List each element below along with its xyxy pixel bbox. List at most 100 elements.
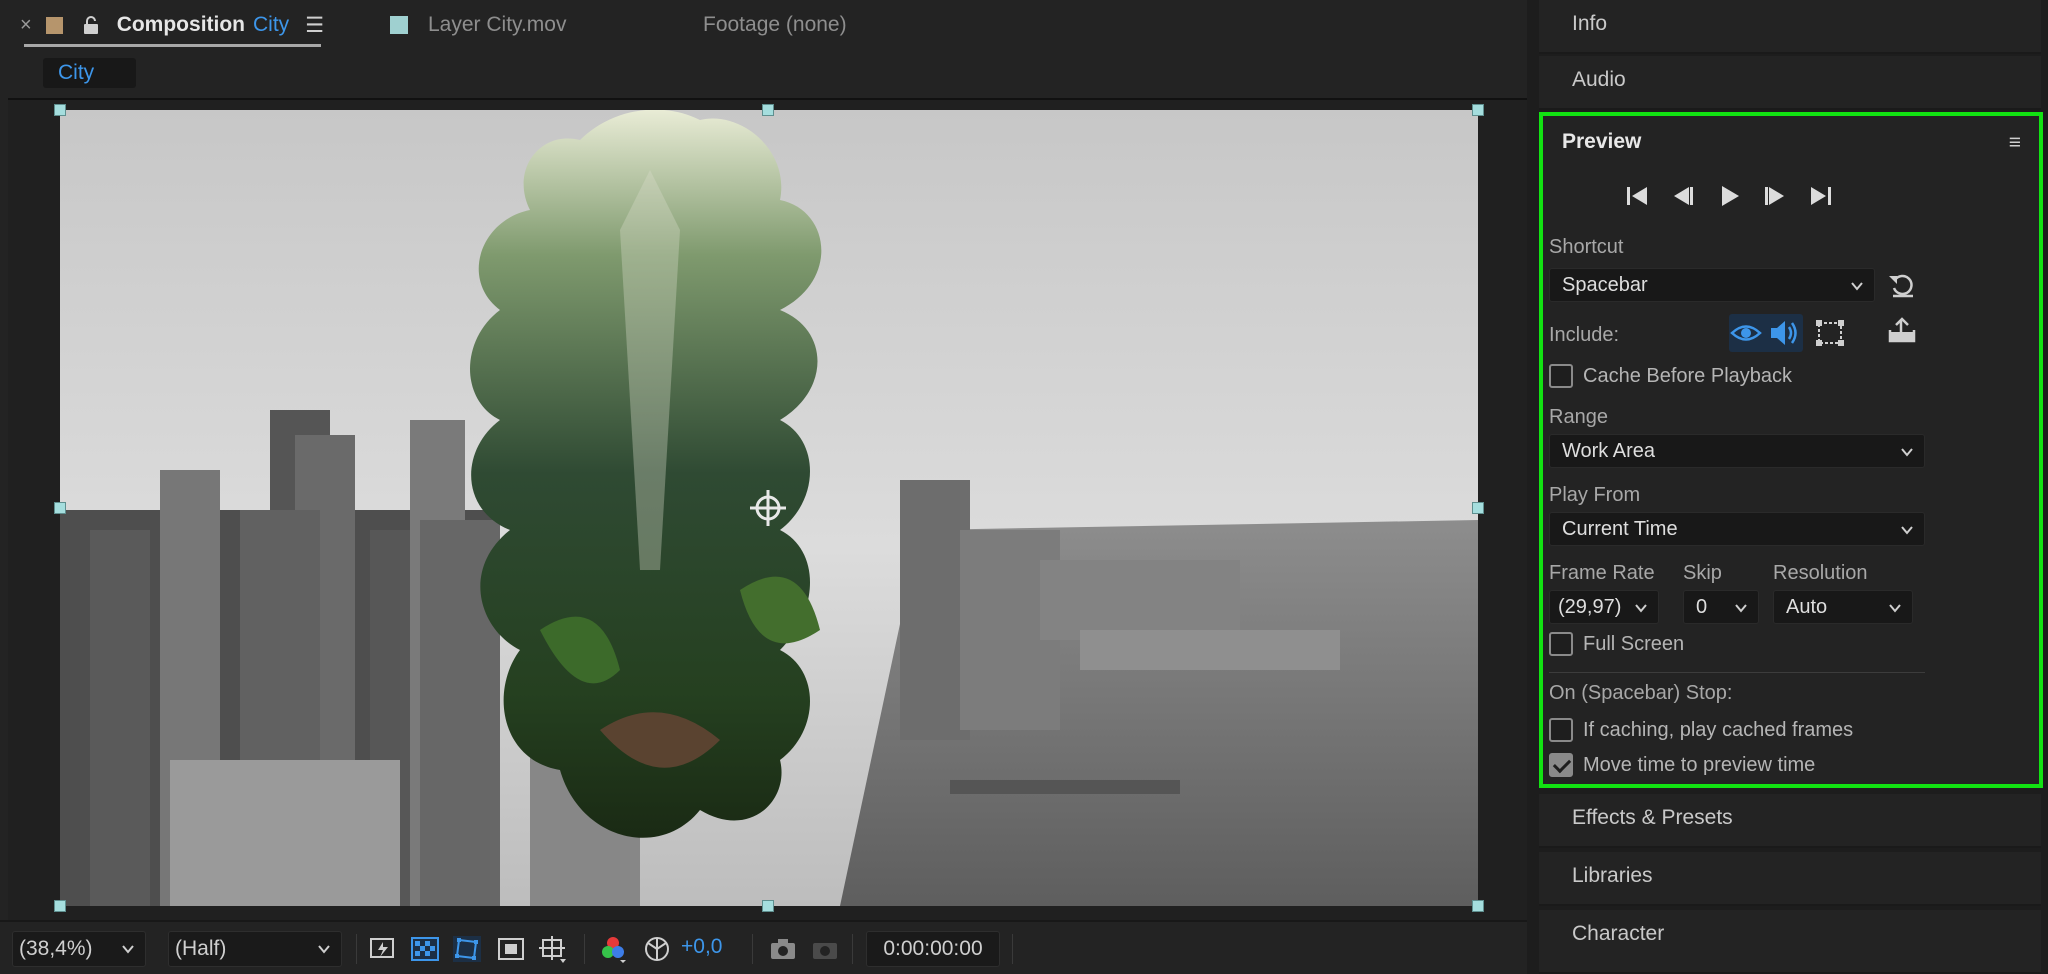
mask-path-visibility-icon[interactable] <box>452 934 482 964</box>
close-tab-icon[interactable]: × <box>20 14 32 37</box>
if-caching-label: If caching, play cached frames <box>1583 718 1854 741</box>
current-time-display[interactable]: 0:00:00:00 <box>866 931 1000 967</box>
cache-before-playback-checkbox[interactable] <box>1549 364 1573 388</box>
resolution-setting-value: Auto <box>1786 595 1828 618</box>
chevron-down-icon <box>1735 604 1747 613</box>
region-of-interest-icon[interactable] <box>496 934 526 964</box>
preview-panel-title: Preview <box>1562 130 1642 153</box>
skip-dropdown[interactable]: 0 <box>1683 590 1759 624</box>
transform-handle[interactable] <box>54 104 66 116</box>
reset-exposure-icon[interactable] <box>642 934 672 964</box>
include-overlays-icon[interactable] <box>1813 316 1847 350</box>
character-panel-title: Character <box>1572 922 1665 945</box>
viewer-toolbar: (38,4%) (Half) +0,0 0:00:00:00 <box>0 920 1527 974</box>
transform-handle[interactable] <box>762 900 774 912</box>
composition-breadcrumb[interactable]: City <box>43 58 136 88</box>
move-time-option[interactable]: Move time to preview time <box>1549 751 1815 779</box>
audio-panel-header[interactable]: Audio <box>1539 56 2041 110</box>
resolution-setting-dropdown[interactable]: Auto <box>1773 590 1913 624</box>
transparency-grid-icon[interactable] <box>410 934 440 964</box>
include-label: Include: <box>1549 324 1620 346</box>
chevron-down-icon <box>122 945 134 954</box>
skip-value: 0 <box>1696 595 1708 618</box>
resolution-label: Resolution <box>1773 562 1868 584</box>
transform-handle[interactable] <box>54 502 66 514</box>
range-value: Work Area <box>1562 439 1655 462</box>
info-panel-title: Info <box>1572 12 1608 35</box>
shortcut-dropdown[interactable]: Spacebar <box>1549 268 1875 302</box>
if-caching-checkbox[interactable] <box>1549 718 1573 742</box>
include-audio-speaker-icon[interactable] <box>1767 316 1801 350</box>
frame-rate-label: Frame Rate <box>1549 562 1655 584</box>
export-icon[interactable] <box>1885 314 1919 348</box>
full-screen-checkbox[interactable] <box>1549 632 1573 656</box>
transform-handle[interactable] <box>1472 104 1484 116</box>
play-from-label: Play From <box>1549 484 1641 506</box>
toolbar-separator <box>852 934 853 964</box>
composition-panel: × Composition City ☰ Layer City.mov Foot… <box>0 0 1527 974</box>
composition-tab-name: City <box>253 13 290 36</box>
cache-before-playback-option[interactable]: Cache Before Playback <box>1549 362 1792 390</box>
audio-panel-title: Audio <box>1572 68 1626 91</box>
cache-before-playback-label: Cache Before Playback <box>1583 364 1793 387</box>
move-time-checkbox[interactable] <box>1549 753 1573 777</box>
channels-icon[interactable] <box>598 934 628 964</box>
toolbar-separator <box>752 934 753 964</box>
range-dropdown[interactable]: Work Area <box>1549 434 1925 468</box>
right-panel-column: Info Audio Preview ≡ Shortcut Spacebar I… <box>1527 0 2048 974</box>
frame-rate-value: (29,97) <box>1558 595 1622 618</box>
libraries-panel-title: Libraries <box>1572 864 1653 887</box>
skip-label: Skip <box>1683 562 1722 584</box>
if-caching-option[interactable]: If caching, play cached frames <box>1549 716 1853 744</box>
label-color-swatch[interactable] <box>45 16 63 34</box>
transform-handle[interactable] <box>1472 900 1484 912</box>
layer-color-swatch <box>390 16 408 34</box>
magnification-dropdown[interactable]: (38,4%) <box>12 931 146 967</box>
active-tab-underline <box>24 44 321 47</box>
reset-icon[interactable] <box>1885 268 1919 302</box>
chevron-down-icon <box>1901 448 1913 457</box>
toolbar-separator <box>356 934 357 964</box>
show-snapshot-icon[interactable] <box>810 934 840 964</box>
shortcut-label: Shortcut <box>1549 236 1624 258</box>
last-frame-icon[interactable] <box>1807 182 1835 210</box>
composition-tab-label: Composition <box>116 13 246 36</box>
take-snapshot-icon[interactable] <box>768 934 798 964</box>
spacebar-stop-label: On (Spacebar) Stop: <box>1549 682 1733 704</box>
frame-rate-dropdown[interactable]: (29,97) <box>1549 590 1659 624</box>
fast-previews-icon[interactable] <box>368 934 398 964</box>
transform-handle[interactable] <box>762 104 774 116</box>
tab-footage[interactable]: Footage (none) <box>703 10 847 40</box>
include-video-eye-icon[interactable] <box>1729 316 1763 350</box>
panel-menu-icon[interactable]: ≡ <box>2009 131 2021 155</box>
transform-handle[interactable] <box>1472 502 1484 514</box>
effects-presets-panel-header[interactable]: Effects & Presets <box>1539 794 2041 848</box>
toolbar-separator <box>1012 934 1013 964</box>
transform-handle[interactable] <box>54 900 66 912</box>
chevron-down-icon <box>1851 282 1863 291</box>
play-icon[interactable] <box>1715 182 1743 210</box>
resolution-dropdown[interactable]: (Half) <box>168 931 342 967</box>
chevron-down-icon <box>1635 604 1647 613</box>
range-label: Range <box>1549 406 1608 428</box>
tab-layer[interactable]: Layer City.mov <box>390 10 566 40</box>
move-time-label: Move time to preview time <box>1583 753 1816 776</box>
unlock-icon[interactable] <box>81 15 101 35</box>
preview-panel: Preview ≡ Shortcut Spacebar Include: Cac… <box>1539 112 2043 788</box>
tab-composition[interactable]: × Composition City ☰ <box>20 10 324 40</box>
next-frame-icon[interactable] <box>1761 182 1789 210</box>
shortcut-value: Spacebar <box>1562 273 1648 296</box>
exposure-value[interactable]: +0,0 <box>681 935 722 959</box>
previous-frame-icon[interactable] <box>1669 182 1697 210</box>
libraries-panel-header[interactable]: Libraries <box>1539 852 2041 906</box>
grid-guide-options-icon[interactable] <box>538 934 568 964</box>
tab-menu-icon[interactable]: ☰ <box>305 13 324 38</box>
full-screen-label: Full Screen <box>1583 632 1685 655</box>
character-panel-header[interactable]: Character <box>1539 910 2041 974</box>
info-panel-header[interactable]: Info <box>1539 0 2041 54</box>
play-from-dropdown[interactable]: Current Time <box>1549 512 1925 546</box>
chevron-down-icon <box>1889 604 1901 613</box>
composition-frame-image[interactable] <box>60 110 1478 906</box>
first-frame-icon[interactable] <box>1623 182 1651 210</box>
full-screen-option[interactable]: Full Screen <box>1549 630 1684 658</box>
